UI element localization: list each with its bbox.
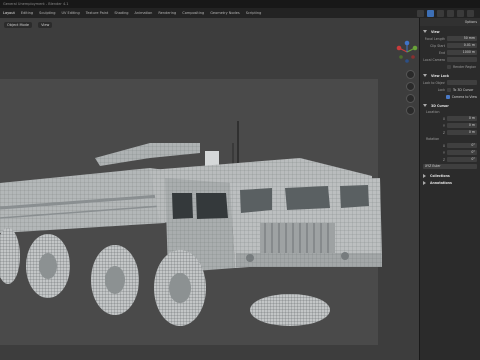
- camera-view-icon[interactable]: [406, 94, 415, 103]
- tab-rendering[interactable]: Rendering: [155, 11, 179, 15]
- render-region-row: Render Region: [420, 63, 480, 70]
- clip-start-field[interactable]: 0.01 m: [447, 43, 477, 48]
- workspace-tabs: Layout Editing Sculpting UV Editing Text…: [0, 8, 480, 18]
- options-dropdown[interactable]: Options: [465, 20, 480, 24]
- camera-to-view-checkbox[interactable]: [445, 94, 450, 99]
- expand-icon: [423, 30, 427, 33]
- lock-to-object-field[interactable]: [447, 80, 477, 85]
- lock-to-object-row: Lock to Object: [420, 79, 480, 86]
- 3d-cursor-section: 3D Cursor Location X 0 m Y 0 m Z 0 m Rot…: [420, 102, 480, 170]
- tab-sculpting[interactable]: Sculpting: [36, 11, 58, 15]
- perspective-toggle-icon[interactable]: [406, 106, 415, 115]
- view-lock-header[interactable]: View Lock: [420, 72, 480, 79]
- options-header: Options: [420, 18, 480, 26]
- view-lock-section: View Lock Lock to Object Lock To 3D Curs…: [420, 72, 480, 100]
- header-icons: [417, 9, 480, 17]
- cursor-location-z[interactable]: 0 m: [447, 130, 477, 135]
- tab-editing[interactable]: Editing: [18, 11, 36, 15]
- collections-header[interactable]: Collections: [420, 172, 480, 179]
- sidebar-n-panel: Options View Focal Length 50 mm Clip Sta…: [419, 18, 480, 360]
- expand-icon: [423, 104, 427, 107]
- tab-compositing[interactable]: Compositing: [179, 11, 207, 15]
- camera-to-view-row: Camera to View: [420, 93, 480, 100]
- material-shading-icon[interactable]: [457, 9, 464, 17]
- focal-length-field[interactable]: 50 mm: [447, 36, 477, 41]
- expand-icon: [423, 74, 427, 77]
- rotation-mode-dropdown[interactable]: XYZ Euler: [423, 164, 477, 169]
- local-camera-field[interactable]: [447, 57, 477, 62]
- zoom-icon[interactable]: [406, 70, 415, 79]
- view-section-header[interactable]: View: [420, 28, 480, 35]
- render-shading-icon[interactable]: [467, 9, 474, 17]
- wireframe-shading-icon[interactable]: [437, 9, 444, 17]
- tab-animation[interactable]: Animation: [132, 11, 156, 15]
- window-title: General Unemployment - Blender 4.1: [0, 0, 480, 8]
- tab-layout[interactable]: Layout: [0, 11, 18, 15]
- cursor-rotation-z[interactable]: 0°: [447, 157, 477, 162]
- collapse-icon: [423, 173, 426, 178]
- solid-shading-icon[interactable]: [447, 9, 454, 17]
- local-camera-row: Local Camera: [420, 56, 480, 63]
- render-region-checkbox[interactable]: [447, 64, 451, 69]
- tab-shading[interactable]: Shading: [111, 11, 131, 15]
- 3d-viewport[interactable]: Object Mode View: [0, 18, 419, 360]
- navigation-gizmo[interactable]: [395, 40, 419, 64]
- clip-start-row: Clip Start 0.01 m: [430, 43, 477, 48]
- tab-scripting[interactable]: Scripting: [243, 11, 265, 15]
- to-3d-cursor-checkbox[interactable]: [447, 87, 451, 92]
- annotations-header[interactable]: Annotations: [420, 179, 480, 186]
- cursor-location-x[interactable]: 0 m: [447, 116, 477, 121]
- focal-length-row: Focal Length 50 mm: [424, 36, 477, 41]
- cursor-rotation-x[interactable]: 0°: [447, 143, 477, 148]
- overlay-icon[interactable]: [417, 9, 424, 17]
- navigation-controls: [406, 70, 415, 115]
- view-section: View Focal Length 50 mm Clip Start 0.01 …: [420, 28, 480, 70]
- 3d-cursor-header[interactable]: 3D Cursor: [420, 102, 480, 109]
- truck-wireframe-model[interactable]: [0, 18, 419, 360]
- collections-section: Collections Annotations: [420, 172, 480, 186]
- clip-end-field[interactable]: 1000 m: [447, 50, 477, 55]
- clip-end-row: End 1000 m: [438, 50, 477, 55]
- tab-uv-editing[interactable]: UV Editing: [58, 11, 82, 15]
- lock-cursor-row: Lock To 3D Cursor: [437, 87, 474, 92]
- pan-icon[interactable]: [406, 82, 415, 91]
- tab-geometry-nodes[interactable]: Geometry Nodes: [207, 11, 243, 15]
- xray-icon[interactable]: [427, 9, 434, 17]
- cursor-location-y[interactable]: 0 m: [447, 123, 477, 128]
- collapse-icon: [423, 180, 426, 185]
- tab-texture-paint[interactable]: Texture Paint: [83, 11, 112, 15]
- cursor-rotation-y[interactable]: 0°: [447, 150, 477, 155]
